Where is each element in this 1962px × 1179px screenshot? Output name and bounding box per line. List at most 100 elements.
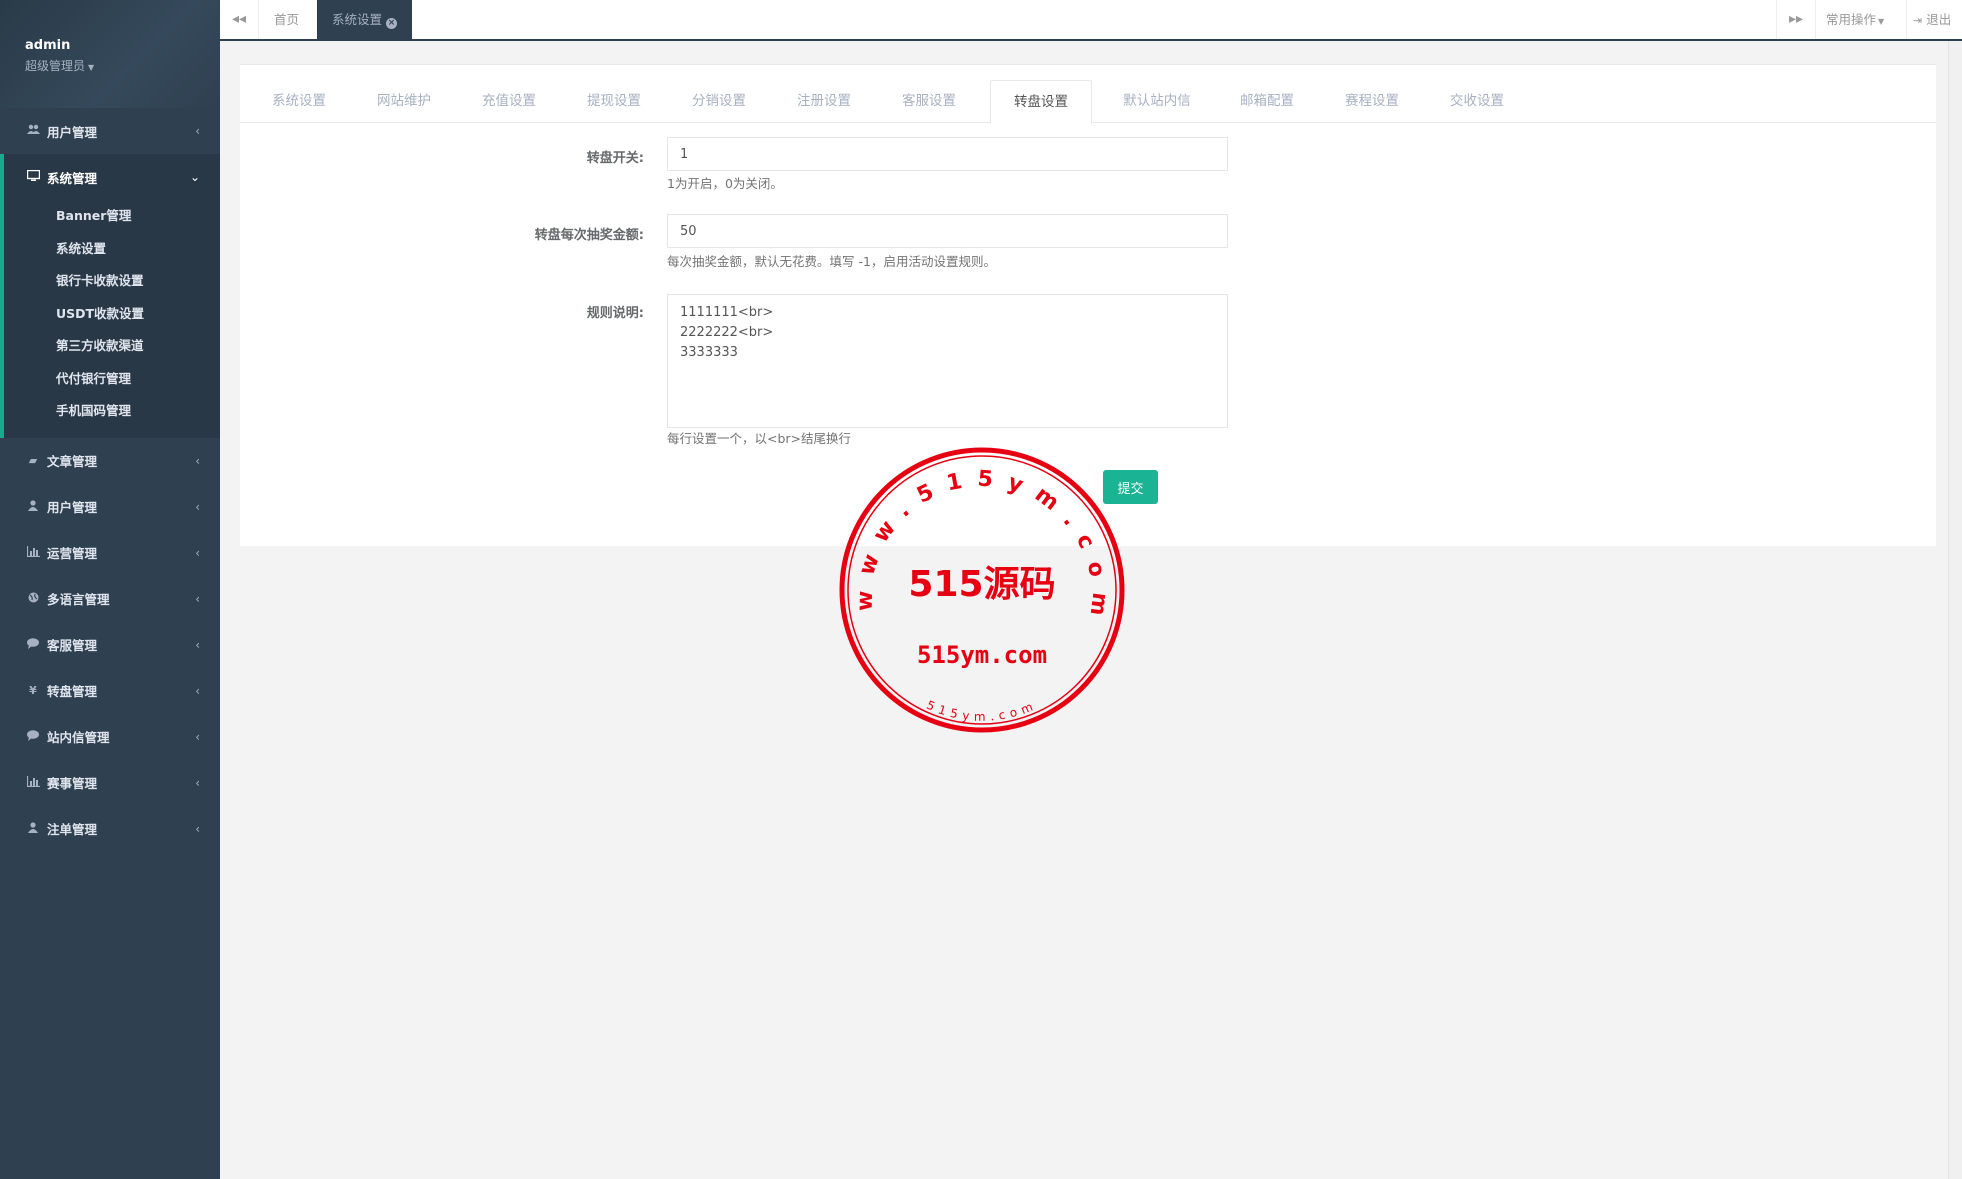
close-tab-icon[interactable]: × — [386, 18, 398, 29]
submenu-item[interactable]: Banner管理 — [4, 200, 220, 233]
stamp-bottom-text: 515ym.com — [925, 698, 1040, 724]
profile-area: admin 超级管理员 ▼ — [0, 0, 220, 108]
user-icon — [25, 821, 41, 836]
logout-label: 退出 — [1926, 12, 1952, 27]
settings-tab[interactable]: 邮箱配置 — [1222, 80, 1312, 123]
sidebar-item-bets[interactable]: 注单管理 ‹ — [0, 806, 220, 852]
rules-textarea[interactable]: 1111111<br> 2222222<br> 3333333 — [667, 294, 1228, 428]
double-arrow-right-icon: ▸▸ — [1788, 11, 1804, 27]
chevron-left-icon: ‹ — [195, 775, 200, 790]
submenu-item[interactable]: 系统设置 — [4, 233, 220, 266]
chevron-left-icon: ‹ — [195, 124, 200, 138]
submenu-item[interactable]: 手机国码管理 — [4, 395, 220, 428]
switch-label: 转盘开关: — [586, 151, 644, 166]
settings-tab[interactable]: 分销设置 — [674, 80, 764, 123]
settings-tabs: 系统设置 网站维护 充值设置 提现设置 分销设置 注册设置 客服设置 转盘设置 … — [240, 65, 1936, 124]
comment-icon — [25, 637, 41, 652]
settings-tab[interactable]: 注册设置 — [779, 80, 869, 123]
yen-icon: ¥ — [29, 684, 37, 697]
tab-home[interactable]: 首页 — [259, 0, 314, 39]
chevron-left-icon: ‹ — [195, 591, 200, 606]
settings-tab[interactable]: 交收设置 — [1432, 80, 1522, 123]
chevron-left-icon: ‹ — [195, 683, 200, 698]
double-arrow-left-icon: ◂◂ — [231, 11, 247, 27]
sidebar-item-label: 转盘管理 — [47, 684, 98, 699]
book-icon: ▰ — [28, 454, 38, 467]
chevron-left-icon: ‹ — [195, 545, 200, 560]
chevron-down-icon: ⌄ — [189, 170, 200, 184]
profile-role-dropdown[interactable]: 超级管理员 ▼ — [25, 57, 220, 74]
sidebar-item-label: 系统管理 — [47, 170, 98, 186]
sidebar: admin 超级管理员 ▼ 用户管理 ‹ 系统管理 ⌄ Banner管理 系统设置… — [0, 0, 220, 1179]
chevron-left-icon: ‹ — [195, 821, 200, 836]
chevron-left-icon: ‹ — [195, 637, 200, 652]
scroll-tabs-left-button[interactable]: ◂◂ — [220, 0, 259, 39]
sidebar-item-operations[interactable]: 运营管理 ‹ — [0, 530, 220, 576]
settings-tab[interactable]: 充值设置 — [464, 80, 554, 123]
bar-chart-icon — [25, 775, 41, 790]
sidebar-item-label: 用户管理 — [47, 124, 98, 140]
stamp-sub-text: 515ym.com — [917, 641, 1047, 669]
users-icon — [25, 124, 41, 138]
settings-tab[interactable]: 默认站内信 — [1107, 80, 1207, 123]
chevron-left-icon: ‹ — [195, 453, 200, 468]
sidebar-item-customer-service[interactable]: 客服管理 ‹ — [0, 622, 220, 668]
sidebar-item-languages[interactable]: 多语言管理 ‹ — [0, 576, 220, 622]
sidebar-item-label: 多语言管理 — [47, 592, 110, 607]
settings-tab[interactable]: 网站维护 — [359, 80, 449, 123]
tab-label: 系统设置 — [332, 12, 383, 27]
rules-help: 每行设置一个，以<br>结尾换行 — [667, 431, 852, 446]
globe-icon — [25, 592, 41, 606]
tab-system-settings[interactable]: 系统设置 × — [317, 0, 413, 39]
sidebar-item-label: 注单管理 — [47, 822, 98, 837]
submenu-item[interactable]: 第三方收款渠道 — [4, 330, 220, 363]
sidebar-item-user-management[interactable]: 用户管理 ‹ — [0, 108, 220, 154]
sidebar-item-events[interactable]: 赛事管理 ‹ — [0, 760, 220, 806]
switch-input[interactable] — [667, 137, 1228, 171]
comment-icon — [25, 729, 41, 744]
settings-tab[interactable]: 客服设置 — [884, 80, 974, 123]
sign-out-icon: ⇥ — [1913, 14, 1923, 27]
amount-help: 每次抽奖金额，默认无花费。填写 -1，启用活动设置规则。 — [667, 254, 996, 269]
vertical-scrollbar[interactable] — [1948, 41, 1962, 1179]
stamp-center-text: 515源码 — [908, 564, 1055, 605]
submenu-list: Banner管理 系统设置 银行卡收款设置 USDT收款设置 第三方收款渠道 代… — [4, 200, 220, 438]
switch-help: 1为开启，0为关闭。 — [667, 176, 783, 191]
submenu-item[interactable]: USDT收款设置 — [4, 298, 220, 331]
user-icon — [25, 499, 41, 514]
topbar: ◂◂ 首页 系统设置 × ▸▸ 常用操作 ▼ ⇥ 退出 — [220, 0, 1962, 41]
settings-tab[interactable]: 提现设置 — [569, 80, 659, 123]
submenu-item[interactable]: 代付银行管理 — [4, 363, 220, 396]
scroll-tabs-right-button[interactable]: ▸▸ — [1776, 0, 1816, 39]
common-ops-dropdown[interactable]: 常用操作 ▼ — [1826, 0, 1884, 39]
sidebar-item-label: 赛事管理 — [47, 776, 98, 791]
caret-down-icon: ▼ — [88, 63, 95, 72]
caret-down-icon: ▼ — [1878, 17, 1885, 26]
sidebar-item-label: 站内信管理 — [47, 730, 110, 745]
sidebar-item-users[interactable]: 用户管理 ‹ — [0, 484, 220, 530]
profile-name[interactable]: admin — [25, 38, 220, 53]
sidebar-item-articles[interactable]: ▰ 文章管理 ‹ — [0, 438, 220, 484]
chevron-left-icon: ‹ — [195, 729, 200, 744]
bar-chart-icon — [25, 545, 41, 560]
settings-tab[interactable]: 系统设置 — [254, 80, 344, 123]
submenu-item[interactable]: 银行卡收款设置 — [4, 265, 220, 298]
sidebar-item-label: 运营管理 — [47, 546, 98, 561]
logout-button[interactable]: ⇥ 退出 — [1906, 0, 1951, 39]
amount-label: 转盘每次抽奖金额: — [534, 228, 644, 243]
sidebar-item-messages[interactable]: 站内信管理 ‹ — [0, 714, 220, 760]
profile-role: 超级管理员 — [25, 59, 86, 73]
tab-label: 首页 — [274, 12, 300, 27]
chevron-left-icon: ‹ — [195, 499, 200, 514]
desktop-icon — [25, 169, 41, 184]
common-ops-label: 常用操作 — [1826, 12, 1877, 27]
amount-input[interactable] — [667, 214, 1228, 248]
watermark-stamp: www.515ym.com 515源码 515ym.com 515ym.com — [839, 447, 1125, 733]
sidebar-item-label: 用户管理 — [47, 500, 98, 515]
sidebar-item-wheel[interactable]: ¥ 转盘管理 ‹ — [0, 668, 220, 714]
settings-tab[interactable]: 赛程设置 — [1327, 80, 1417, 123]
settings-tab-active[interactable]: 转盘设置 — [990, 80, 1092, 124]
sidebar-item-label: 客服管理 — [47, 638, 98, 653]
sidebar-item-system-management[interactable]: 系统管理 ⌄ — [4, 154, 220, 200]
rules-label: 规则说明: — [586, 306, 644, 321]
